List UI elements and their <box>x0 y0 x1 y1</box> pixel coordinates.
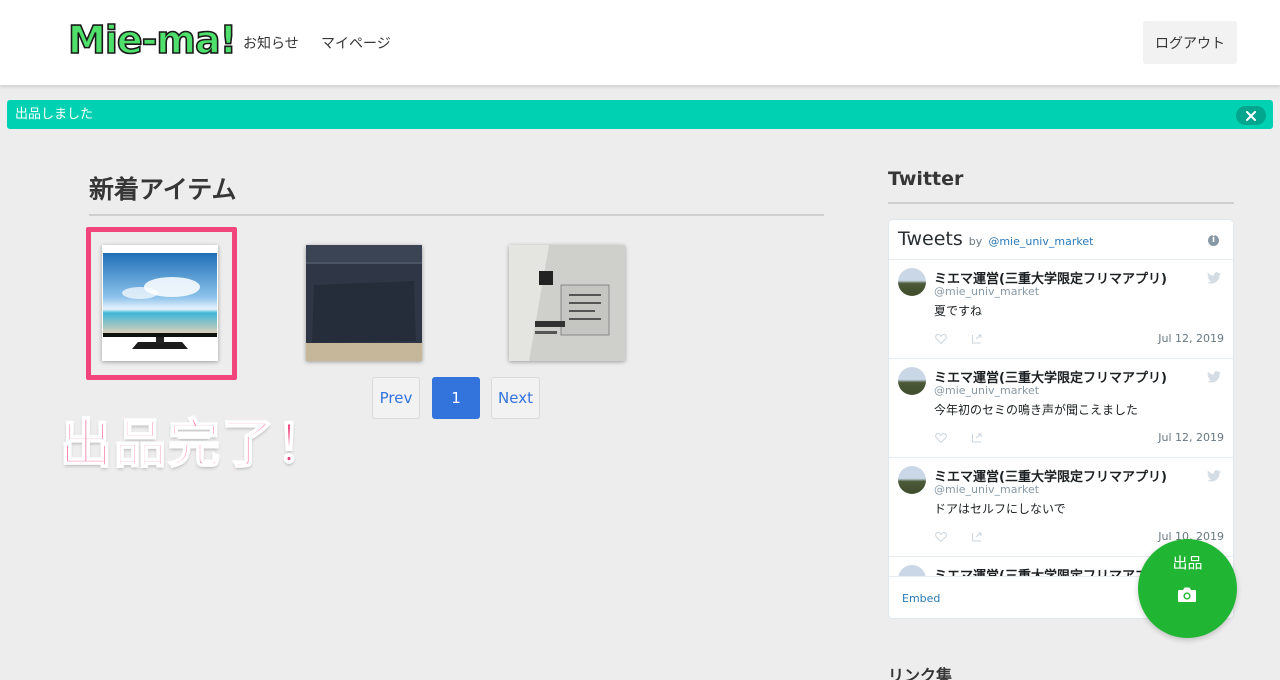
nav-news-link[interactable]: お知らせ <box>243 33 299 53</box>
share-icon[interactable] <box>971 428 983 447</box>
tweet-date[interactable]: Jul 12, 2019 <box>1158 332 1224 345</box>
twitter-section-title: Twitter <box>888 168 964 190</box>
fab-label: 出品 <box>1172 554 1203 572</box>
tweet-author-handle[interactable]: @mie_univ_market <box>934 285 1039 298</box>
embed-link[interactable]: Embed <box>902 592 940 605</box>
section-title: 新着アイテム <box>89 175 237 204</box>
close-icon[interactable] <box>1236 106 1266 125</box>
nav-mypage-link[interactable]: マイページ <box>321 33 391 53</box>
tweet[interactable]: ミエマ運営(三重大学限定フリマアプリ) @mie_univ_market 今年初… <box>889 358 1233 457</box>
listing-complete-annotation: 出品完了！ <box>59 414 331 476</box>
twitter-bird-icon[interactable] <box>1207 467 1221 486</box>
tweets-by-label: by <box>968 235 983 248</box>
share-icon[interactable] <box>971 329 983 348</box>
site-logo[interactable]: Mie-ma! <box>67 17 238 63</box>
flash-message: 出品しました <box>15 107 94 122</box>
avatar[interactable] <box>898 466 926 494</box>
twitter-bird-icon[interactable] <box>1207 269 1221 288</box>
logout-button[interactable]: ログアウト <box>1143 21 1237 64</box>
avatar[interactable] <box>898 268 926 296</box>
pagination-prev-button[interactable]: Prev <box>372 377 420 419</box>
links-section-title: リンク集 <box>888 666 953 680</box>
info-icon[interactable]: i <box>1208 235 1219 246</box>
avatar[interactable] <box>898 367 926 395</box>
like-icon[interactable] <box>935 527 947 546</box>
navbar: Mie-ma! お知らせ マイページ ログアウト <box>0 0 1280 85</box>
twitter-bird-icon[interactable] <box>1207 368 1221 387</box>
tweet-text: 今年初のセミの鳴き声が聞こえました <box>934 403 1139 417</box>
share-icon[interactable] <box>971 527 983 546</box>
new-item-highlight <box>86 227 237 380</box>
sell-item-fab[interactable]: 出品 <box>1138 539 1237 638</box>
tweet-text: 夏ですね <box>934 304 983 318</box>
appliance-label-item-thumbnail[interactable] <box>509 245 625 361</box>
pagination-current-page[interactable]: 1 <box>432 377 480 419</box>
dark-fabric-item-thumbnail[interactable] <box>306 245 422 361</box>
twitter-handle-link[interactable]: @mie_univ_market <box>988 235 1093 248</box>
tweet-text: ドアはセルフにしないで <box>934 502 1066 516</box>
tweet[interactable]: ミエマ運営(三重大学限定フリマアプリ) @mie_univ_market 夏です… <box>889 259 1233 358</box>
like-icon[interactable] <box>935 428 947 447</box>
like-icon[interactable] <box>935 329 947 348</box>
tweet-author-handle[interactable]: @mie_univ_market <box>934 483 1039 496</box>
tweets-heading: Tweets <box>898 228 963 250</box>
camera-icon <box>1177 586 1197 607</box>
tweet-author-handle[interactable]: @mie_univ_market <box>934 384 1039 397</box>
pagination-next-button[interactable]: Next <box>491 377 540 419</box>
twitter-section-divider <box>888 202 1234 204</box>
section-divider <box>89 214 824 216</box>
twitter-widget-header: Tweets by @mie_univ_market <box>898 228 1093 250</box>
tweet-date[interactable]: Jul 12, 2019 <box>1158 431 1224 444</box>
flash-notification: 出品しました <box>7 100 1273 129</box>
